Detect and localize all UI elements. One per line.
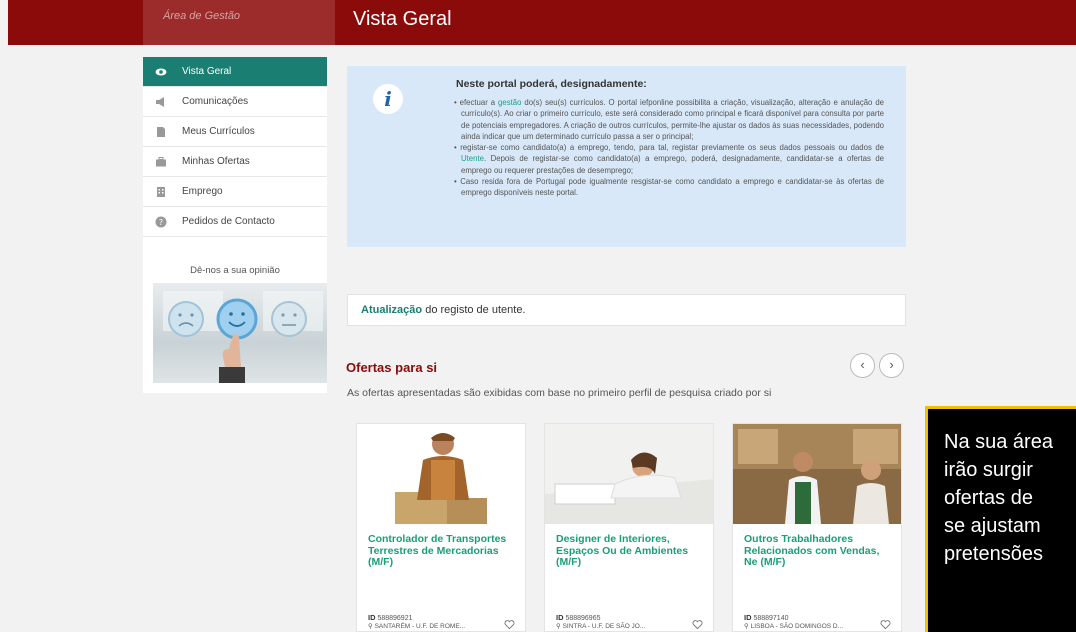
offer-id: ID 588896921 [368,613,413,622]
sad-face-icon[interactable] [168,301,204,337]
offer-card[interactable]: Controlador de Transportes Terrestres de… [356,423,526,632]
offer-title[interactable]: Designer de Interiores, Espaços Ou de Am… [556,533,706,569]
sidebar: Vista Geral Comunicações Meus Currículos… [143,57,327,393]
heart-icon[interactable] [692,619,703,630]
utente-link[interactable]: Utente [461,154,484,163]
sidebar-item-meus-curriculos[interactable]: Meus Currículos [143,117,327,147]
svg-text:?: ? [159,218,163,227]
info-bullet: registar-se como candidato(a) a emprego,… [454,142,884,176]
page-title: Vista Geral [353,8,452,30]
info-icon: i [373,84,403,114]
info-text: . Depois de registar-se como candidato(a… [461,154,884,175]
eye-icon [155,66,167,78]
location-pin-icon: ⚲ [744,623,749,630]
offer-id: ID 588896965 [556,613,601,622]
offer-location: ⚲ SINTRA - U.F. DE SÃO JO... [556,622,645,630]
offer-id-value: 588897140 [753,615,789,622]
info-panel: i Neste portal poderá, designadamente: e… [347,66,906,247]
sidebar-item-emprego[interactable]: Emprego [143,177,327,207]
management-area-label: Área de Gestão [163,10,241,22]
info-list: efectuar a gestão do(s) seu(s) currículo… [454,97,884,199]
info-text: do(s) seu(s) currículos. O portal iefpon… [461,98,884,141]
info-text: efectuar a [459,98,499,107]
heart-icon[interactable] [504,619,515,630]
id-label: ID [556,613,564,622]
offer-image [733,424,901,524]
sidebar-item-label: Minhas Ofertas [182,156,250,167]
sidebar-item-vista-geral[interactable]: Vista Geral [143,57,327,87]
offers-title: Ofertas para si [346,360,438,375]
offer-location: ⚲ LISBOA - SÃO DOMINGOS D... [744,622,843,630]
tutorial-callout: Na sua área irão surgir ofertas de se aj… [925,406,1076,632]
sidebar-item-label: Pedidos de Contacto [182,216,275,227]
offer-id: ID 588897140 [744,613,789,622]
heart-icon[interactable] [880,619,891,630]
briefcase-icon [155,156,167,168]
top-header-bar: Área de Gestão Vista Geral [8,0,1076,45]
sidebar-item-label: Meus Currículos [182,126,255,137]
sidebar-item-comunicacoes[interactable]: Comunicações [143,87,327,117]
update-text: do registo de utente. [422,304,526,316]
update-link[interactable]: Atualização [361,304,422,316]
offer-location-value: LISBOA - SÃO DOMINGOS D... [750,623,844,630]
neutral-face-icon[interactable] [271,301,307,337]
offer-id-value: 588896965 [565,615,601,622]
sidebar-item-minhas-ofertas[interactable]: Minhas Ofertas [143,147,327,177]
info-bullet: Caso resida fora de Portugal pode igualm… [454,176,884,199]
offers-subtitle: As ofertas apresentadas são exibidas com… [347,387,772,399]
update-notice: Atualização do registo de utente. [347,294,906,326]
sidebar-item-label: Emprego [182,186,223,197]
offer-location-value: SINTRA - U.F. DE SÃO JO... [562,623,646,630]
document-icon [155,126,167,138]
prev-arrow-button[interactable]: ‹ [850,353,875,378]
offer-image [357,424,525,524]
id-label: ID [368,613,376,622]
info-bullet: efectuar a gestão do(s) seu(s) currículo… [454,97,884,142]
location-pin-icon: ⚲ [556,623,561,630]
location-pin-icon: ⚲ [368,623,373,630]
info-title: Neste portal poderá, designadamente: [456,78,647,90]
opinion-label: Dê-nos a sua opinião [190,265,280,276]
offer-image [545,424,713,524]
gestao-link[interactable]: gestão [498,98,521,107]
offer-card[interactable]: Outros Trabalhadores Relacionados com Ve… [732,423,902,632]
building-icon [155,186,167,198]
offer-location-value: SANTARÉM - U.F. DE ROME... [374,623,466,630]
offer-location: ⚲ SANTARÉM - U.F. DE ROME... [368,622,465,630]
info-text: registar-se como candidato(a) a emprego,… [460,143,884,153]
offer-title[interactable]: Outros Trabalhadores Relacionados com Ve… [744,533,894,569]
feedback-faces-image[interactable] [153,283,327,383]
next-arrow-button[interactable]: › [879,353,904,378]
sidebar-item-label: Vista Geral [182,66,232,77]
offer-id-value: 588896921 [377,615,413,622]
id-label: ID [744,613,752,622]
management-area-panel: Área de Gestão [143,0,335,45]
offer-title[interactable]: Controlador de Transportes Terrestres de… [368,533,518,569]
question-icon: ? [155,216,167,228]
sidebar-item-label: Comunicações [182,96,249,107]
tutorial-callout-text: Na sua área irão surgir ofertas de se aj… [944,431,1053,565]
sidebar-item-pedidos-de-contacto[interactable]: ? Pedidos de Contacto [143,207,327,237]
offer-card[interactable]: Designer de Interiores, Espaços Ou de Am… [544,423,714,632]
happy-face-icon[interactable] [216,298,258,340]
megaphone-icon [155,96,167,108]
